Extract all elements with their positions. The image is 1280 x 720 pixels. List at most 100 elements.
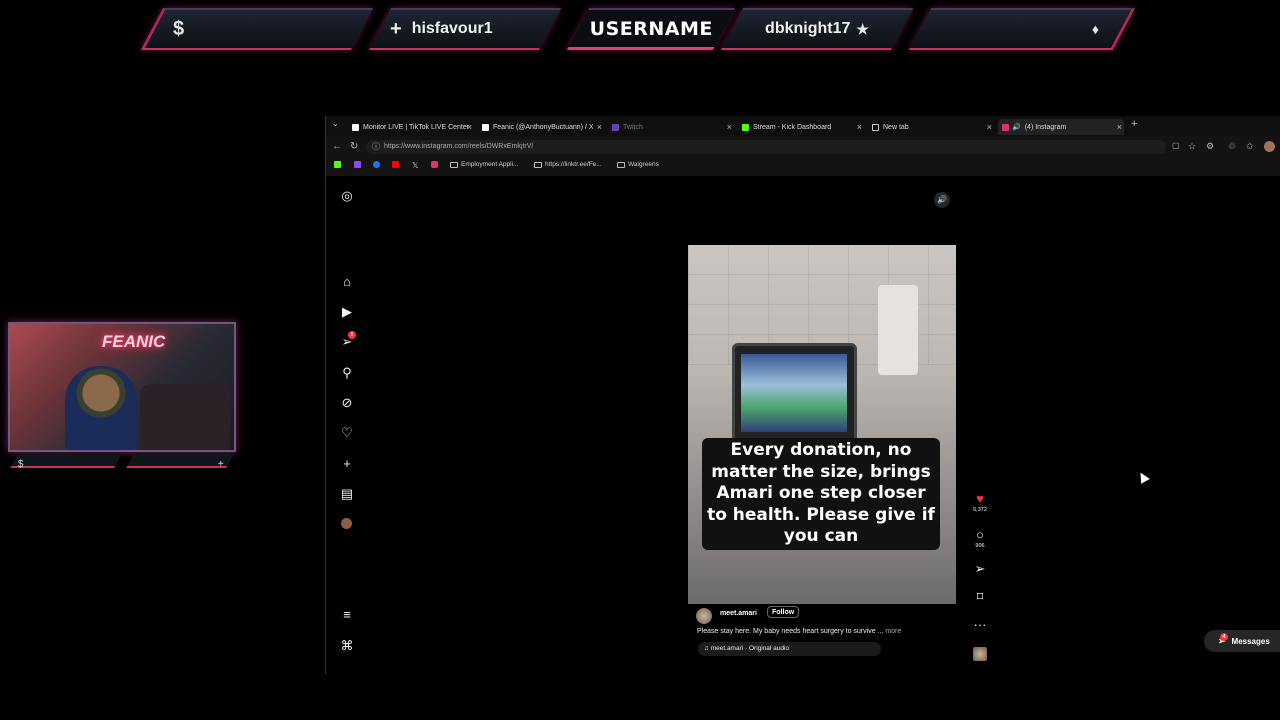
latest-follower: hisfavour1 — [411, 20, 493, 37]
neon-sign: FEANIC — [102, 332, 166, 351]
bookmark-twitch[interactable] — [354, 161, 361, 168]
share-button[interactable]: ➢ — [970, 562, 990, 576]
bookmark-star-icon[interactable]: ☆ — [1188, 141, 1196, 152]
reload-icon[interactable]: ↻ — [350, 141, 358, 152]
tab-list-icon[interactable]: ⌄ — [332, 119, 339, 128]
url-field[interactable]: https://www.instagram.com/reels/DWRxEmkj… — [366, 140, 1166, 154]
star-icon: ★ — [856, 20, 869, 37]
close-icon[interactable]: × — [467, 122, 472, 132]
bookmark-icon: ⌑ — [976, 589, 984, 604]
search-icon[interactable]: ⚲ — [338, 365, 356, 381]
close-icon[interactable]: × — [987, 122, 992, 132]
profile-switch-icon[interactable]: ♲ — [1228, 141, 1236, 152]
like-button[interactable]: ♥ 6,372 — [970, 492, 990, 514]
author-avatar[interactable] — [696, 608, 712, 624]
save-button[interactable]: ⌑ — [970, 590, 990, 604]
tab-label: Stream - Kick Dashboard — [753, 123, 832, 131]
notification-badge: 6 — [348, 331, 356, 339]
back-icon[interactable]: ← — [332, 141, 342, 152]
author-username[interactable]: meet.amari — [720, 610, 757, 617]
tab-new[interactable]: New tab × — [868, 119, 994, 135]
description-text: Please stay here. My baby needs heart su… — [697, 628, 884, 635]
webcam-bar: $ + — [8, 454, 236, 470]
tab-label: Monitor LIVE | TikTok LIVE Center — [363, 123, 470, 131]
bookmark-instagram[interactable] — [431, 161, 438, 168]
bookmark-facebook[interactable] — [373, 161, 380, 168]
menu-icon[interactable]: ≡ — [338, 607, 356, 622]
messages-badge: 4 — [1220, 633, 1228, 641]
close-icon[interactable]: × — [857, 122, 862, 132]
bookmark-kick[interactable] — [334, 161, 341, 168]
tab-twitch[interactable]: Twitch × — [608, 119, 734, 135]
ellipsis-icon: ··· — [973, 617, 987, 632]
gaming-chair — [140, 384, 230, 450]
more-options-button[interactable]: ··· — [970, 618, 990, 632]
tab-x[interactable]: Feanic (@AnthonyBuctuann) / X × — [478, 119, 604, 135]
explore-icon[interactable]: ⊘ — [338, 395, 356, 411]
stream-overlay-bar: $ + hisfavour1 USERNAME dbknight17 ★ ♦ — [140, 4, 1136, 52]
streamer — [65, 366, 137, 450]
profile-avatar[interactable] — [1264, 141, 1275, 152]
x-icon: 𝕏 — [412, 161, 419, 170]
tab-kick[interactable]: Stream - Kick Dashboard × — [738, 119, 864, 135]
close-icon[interactable]: × — [727, 122, 732, 132]
close-icon[interactable]: × — [597, 122, 602, 132]
kick-icon — [334, 161, 341, 168]
webcam-bar-left: $ — [10, 454, 122, 470]
instagram-icon — [1002, 123, 1009, 131]
overlay-segment-left: $ — [140, 8, 374, 50]
create-icon[interactable]: + — [338, 456, 356, 471]
webcam-bar-right: + — [126, 454, 234, 470]
speaker-icon: 🔊 — [1012, 124, 1021, 131]
youtube-icon — [392, 161, 399, 168]
heart-icon[interactable]: ♡ — [338, 425, 356, 441]
comment-icon: ○ — [976, 527, 984, 542]
folder-icon — [534, 161, 542, 168]
bookmark-folder-walgreens[interactable]: Walgreens — [617, 161, 659, 168]
comment-count: 906 — [975, 543, 985, 549]
like-count: 6,372 — [973, 507, 987, 513]
more-link[interactable]: more — [885, 628, 901, 635]
profile-avatar[interactable] — [341, 518, 352, 529]
audio-link[interactable]: ♫ meet.amari · Original audio — [698, 642, 881, 656]
bookmark-folder-linktree[interactable]: https://linktr.ee/Fe... — [534, 161, 602, 168]
threads-icon[interactable]: ⌘ — [338, 638, 356, 654]
reel-player[interactable]: 🔊 Every donation, no matter the size, br… — [688, 186, 956, 664]
instagram-sidebar: ◎ ⌂ ▶ ➢ 6 ⚲ ⊘ ♡ + ▤ ≡ ⌘ — [338, 176, 358, 674]
audio-thumbnail[interactable] — [973, 647, 987, 661]
close-icon[interactable]: × — [1117, 122, 1122, 132]
instagram-logo-icon[interactable]: ◎ — [338, 188, 356, 204]
bookmark-x[interactable]: 𝕏 — [412, 161, 418, 170]
bookmark-folder-employment[interactable]: Employment Appli... — [450, 161, 518, 168]
monitor-screen — [741, 354, 847, 432]
tab-tiktok[interactable]: Monitor LIVE | TikTok LIVE Center × — [348, 119, 474, 135]
sidebar-icon[interactable]: ▢ — [1172, 141, 1180, 150]
reels-icon[interactable]: ▶ — [338, 304, 356, 320]
extensions-icon[interactable]: ⚙ — [1206, 141, 1214, 152]
bookmark-youtube[interactable] — [392, 161, 399, 168]
webcam-feed: FEANIC — [8, 322, 236, 452]
overlay-segment-follower: + hisfavour1 — [368, 8, 562, 50]
tiktok-icon — [352, 123, 359, 131]
site-info-icon[interactable]: ⓘ — [372, 141, 380, 152]
music-note-icon: ♫ — [704, 645, 711, 652]
follow-button[interactable]: Follow — [767, 606, 800, 618]
comment-button[interactable]: ○ 906 — [970, 527, 990, 550]
send-icon: ➢ — [974, 561, 986, 576]
favorites-icon[interactable]: ✩ — [1246, 141, 1254, 152]
home-icon[interactable]: ⌂ — [338, 274, 356, 289]
equipment-pole — [878, 285, 918, 375]
tab-label: Twitch — [623, 123, 643, 131]
reel-description: Please stay here. My baby needs heart su… — [697, 628, 901, 635]
kick-icon — [742, 123, 749, 131]
tab-bar: ⌄ Monitor LIVE | TikTok LIVE Center × Fe… — [326, 116, 1280, 136]
tab-instagram[interactable]: 🔊 (4) Instagram × — [998, 119, 1124, 135]
instagram-page: ◎ ⌂ ▶ ➢ 6 ⚲ ⊘ ♡ + ▤ ≡ ⌘ 🔊 Every donation… — [326, 176, 1280, 674]
reel-video[interactable]: Every donation, no matter the size, brin… — [688, 245, 956, 604]
volume-icon[interactable]: 🔊 — [934, 192, 950, 208]
messages-button[interactable]: 4 ➢ Messages — [1204, 630, 1280, 652]
dashboard-icon[interactable]: ▤ — [338, 486, 356, 502]
messenger-icon[interactable]: ➢ 6 — [338, 331, 356, 350]
instagram-icon — [431, 161, 438, 168]
new-tab-icon[interactable]: + — [1131, 118, 1137, 130]
